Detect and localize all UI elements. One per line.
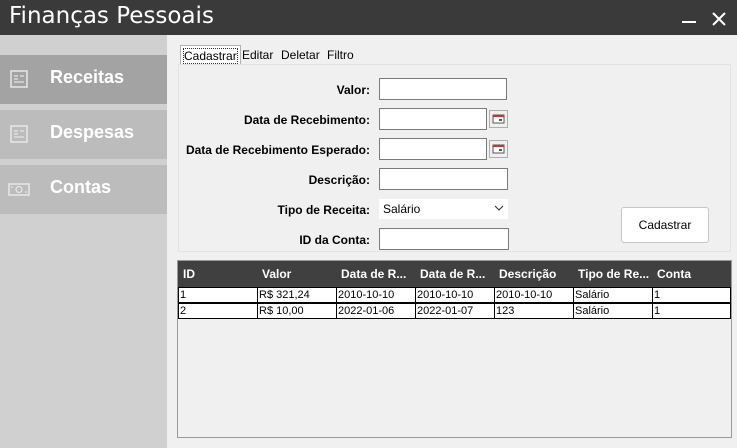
sidebar-item-label: Contas bbox=[50, 177, 112, 197]
table-row[interactable]: 2 R$ 10,00 2022-01-06 2022-01-07 123 Sal… bbox=[178, 303, 731, 319]
calendar-button[interactable] bbox=[489, 140, 508, 158]
tipo-receita-value: Salário bbox=[383, 202, 421, 216]
cadastrar-button[interactable]: Cadastrar bbox=[621, 207, 709, 243]
tab-editar[interactable]: Editar bbox=[239, 45, 276, 64]
table-cell: 1 bbox=[652, 287, 731, 303]
data-recebimento-label: Data de Recebimento: bbox=[243, 113, 370, 127]
title-bar: Finanças Pessoais bbox=[0, 0, 737, 35]
app-title: Finanças Pessoais bbox=[9, 3, 214, 29]
tipo-receita-label: Tipo de Receita: bbox=[277, 203, 370, 217]
tab-label: Filtro bbox=[327, 48, 354, 62]
table-cell: 2 bbox=[178, 303, 257, 319]
column-header-conta[interactable]: Conta bbox=[652, 261, 731, 287]
receipt-icon bbox=[10, 70, 28, 88]
minimize-button[interactable] bbox=[677, 6, 701, 30]
sidebar-item-despesas[interactable]: Despesas bbox=[0, 110, 167, 159]
table-header: ID Valor Data de R... Data de R... Descr… bbox=[178, 261, 731, 287]
tab-cadastrar[interactable]: Cadastrar bbox=[180, 45, 241, 64]
table-cell: 1 bbox=[178, 287, 257, 303]
tab-deletar[interactable]: Deletar bbox=[278, 45, 323, 64]
calendar-button[interactable] bbox=[489, 110, 508, 128]
table-cell: 2022-01-07 bbox=[415, 303, 494, 319]
sidebar-item-contas[interactable]: Contas bbox=[0, 165, 167, 214]
minimize-icon bbox=[682, 21, 696, 23]
table-cell: Salário bbox=[573, 303, 652, 319]
column-header-tipo[interactable]: Tipo de Re... bbox=[573, 261, 652, 287]
table-cell: R$ 321,24 bbox=[257, 287, 336, 303]
sidebar: Receitas Despesas Contas bbox=[0, 35, 167, 448]
tab-label: Deletar bbox=[281, 48, 320, 62]
id-conta-label: ID da Conta: bbox=[299, 233, 370, 247]
id-conta-input[interactable] bbox=[379, 228, 509, 250]
column-header-id[interactable]: ID bbox=[178, 261, 256, 287]
table-cell: Salário bbox=[573, 287, 652, 303]
sidebar-item-receitas[interactable]: Receitas bbox=[0, 55, 167, 104]
calendar-icon bbox=[492, 144, 505, 154]
table-cell: 123 bbox=[494, 303, 573, 319]
table-cell: 1 bbox=[652, 303, 731, 319]
sidebar-item-label: Despesas bbox=[50, 122, 135, 142]
table-cell: 2010-10-10 bbox=[336, 287, 415, 303]
data-recebimento-esperado-label: Data de Recebimento Esperado: bbox=[185, 143, 370, 157]
table-cell: 2010-10-10 bbox=[415, 287, 494, 303]
column-header-data-recebimento[interactable]: Data de R... bbox=[336, 261, 415, 287]
descricao-input[interactable] bbox=[379, 168, 508, 190]
table-cell: 2022-01-06 bbox=[336, 303, 415, 319]
table-cell: R$ 10,00 bbox=[257, 303, 336, 319]
receipt-icon bbox=[10, 125, 28, 143]
data-table[interactable]: ID Valor Data de R... Data de R... Descr… bbox=[177, 260, 732, 438]
valor-input[interactable] bbox=[379, 78, 507, 100]
close-icon bbox=[712, 12, 726, 26]
table-cell: 2010-10-10 bbox=[494, 287, 573, 303]
column-header-data-recebimento-esperado[interactable]: Data de R... bbox=[415, 261, 494, 287]
sidebar-item-label: Receitas bbox=[50, 67, 125, 87]
tab-label: Editar bbox=[242, 48, 274, 62]
banknote-icon bbox=[8, 183, 30, 196]
chevron-down-icon bbox=[494, 205, 504, 211]
column-header-valor[interactable]: Valor bbox=[257, 261, 336, 287]
close-button[interactable] bbox=[707, 6, 731, 30]
tab-filtro[interactable]: Filtro bbox=[324, 45, 357, 64]
column-header-descricao[interactable]: Descrição bbox=[494, 261, 573, 287]
tab-label: Cadastrar bbox=[183, 48, 238, 64]
descricao-label: Descrição: bbox=[308, 173, 370, 187]
tipo-receita-select[interactable]: Salário bbox=[379, 199, 508, 219]
data-recebimento-input[interactable] bbox=[379, 108, 487, 130]
table-row[interactable]: 1 R$ 321,24 2010-10-10 2010-10-10 2010-1… bbox=[178, 287, 731, 303]
calendar-icon bbox=[492, 114, 505, 124]
data-recebimento-esperado-input[interactable] bbox=[379, 138, 487, 160]
valor-label: Valor: bbox=[336, 83, 370, 97]
